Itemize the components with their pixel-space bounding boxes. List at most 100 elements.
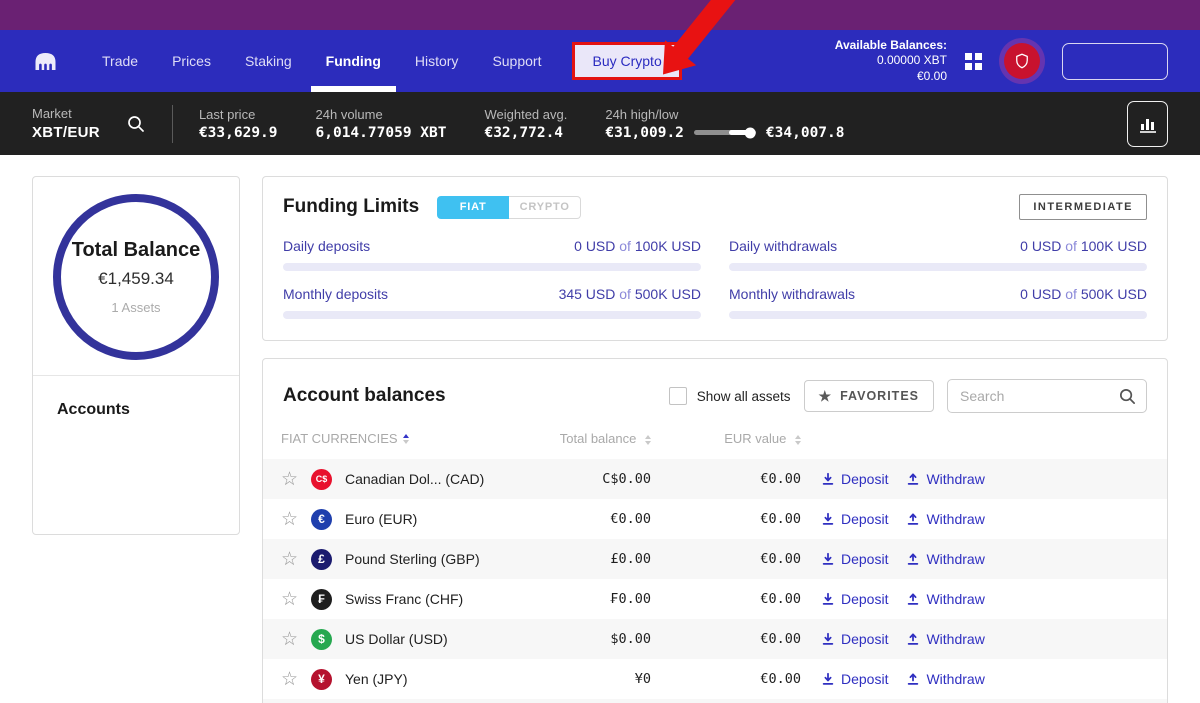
withdraw-link[interactable]: Withdraw <box>906 631 984 647</box>
deposit-icon <box>821 672 835 686</box>
currency-name: Swiss Franc (CHF) <box>345 591 541 607</box>
total-balance-value: C$0.00 <box>541 471 651 487</box>
withdraw-icon <box>906 672 920 686</box>
nav-item-support[interactable]: Support <box>475 30 558 92</box>
total-balance-value: ₣0.00 <box>541 591 651 607</box>
nav-item-history[interactable]: History <box>398 30 476 92</box>
deposit-icon <box>821 632 835 646</box>
favorite-star-icon[interactable]: ☆ <box>281 550 311 569</box>
account-balances-title: Account balances <box>283 385 446 407</box>
sort-icon <box>403 434 409 444</box>
limit-value: 0 USD of 500K USD <box>1020 286 1147 302</box>
limit-progress-bar <box>283 311 701 319</box>
total-balance-value: €0.00 <box>541 511 651 527</box>
nav-item-prices[interactable]: Prices <box>155 30 228 92</box>
favorite-star-icon[interactable]: ☆ <box>281 670 311 689</box>
market-bar: Market XBT/EUR Last price €33,629.9 24h … <box>0 92 1200 155</box>
stat-last-price: Last price €33,629.9 <box>199 107 278 141</box>
header-total-balance[interactable]: Total balance <box>541 431 651 446</box>
limit-monthly-withdrawals: Monthly withdrawals 0 USD of 500K USD <box>729 286 1147 319</box>
stat-24h-volume: 24h volume 6,014.77059 XBT <box>316 107 447 141</box>
stat-weighted-avg: Weighted avg. €32,772.4 <box>484 107 567 141</box>
currency-icon: C$ <box>311 469 332 490</box>
star-icon: ★ <box>819 388 833 405</box>
buy-crypto-button[interactable]: Buy Crypto <box>572 42 681 80</box>
stat-value: 6,014.77059 XBT <box>316 125 447 141</box>
stat-label: 24h volume <box>316 107 447 122</box>
eur-value: €0.00 <box>651 671 801 687</box>
account-menu-button[interactable] <box>1062 43 1168 80</box>
currency-name: Euro (EUR) <box>345 511 541 527</box>
withdraw-link[interactable]: Withdraw <box>906 511 984 527</box>
balance-circle: Total Balance €1,459.34 1 Assets <box>53 194 219 360</box>
total-balance-assets: 1 Assets <box>111 300 160 315</box>
table-row: ☆ £ Pound Sterling (GBP) £0.00 €0.00 Dep… <box>263 539 1167 579</box>
deposit-icon <box>821 592 835 606</box>
sort-icon <box>795 435 801 445</box>
currency-name: US Dollar (USD) <box>345 631 541 647</box>
apps-grid-icon[interactable] <box>965 53 982 70</box>
high-value: €34,007.8 <box>766 125 845 141</box>
table-row-partial <box>263 699 1167 703</box>
deposit-link[interactable]: Deposit <box>821 551 888 567</box>
withdraw-link[interactable]: Withdraw <box>906 551 984 567</box>
navbar-right: Available Balances: 0.00000 XBT €0.00 <box>835 38 1168 85</box>
total-balance-value: ¥0 <box>541 671 651 687</box>
limit-progress-bar <box>283 263 701 271</box>
withdraw-icon <box>906 632 920 646</box>
limit-value: 0 USD of 100K USD <box>1020 238 1147 254</box>
limits-grid: Daily deposits 0 USD of 100K USD Daily w… <box>283 238 1147 319</box>
deposit-link[interactable]: Deposit <box>821 631 888 647</box>
tab-crypto[interactable]: CRYPTO <box>509 196 581 219</box>
header-fiat-currencies[interactable]: FIAT CURRENCIES <box>281 431 541 446</box>
total-balance-value: $0.00 <box>541 631 651 647</box>
top-banner <box>0 0 1200 30</box>
deposit-link[interactable]: Deposit <box>821 671 888 687</box>
nav-item-trade[interactable]: Trade <box>85 30 155 92</box>
account-balances-card: Account balances Show all assets ★ FAVOR… <box>262 358 1168 703</box>
favorite-star-icon[interactable]: ☆ <box>281 470 311 489</box>
market-pair-value: XBT/EUR <box>32 124 100 141</box>
funding-limits-card: Funding Limits FIAT CRYPTO INTERMEDIATE … <box>262 176 1168 341</box>
eur-value: €0.00 <box>651 511 801 527</box>
market-pair[interactable]: Market XBT/EUR <box>32 106 100 141</box>
kraken-logo[interactable] <box>32 49 59 73</box>
deposit-icon <box>821 552 835 566</box>
security-shield-icon[interactable] <box>1004 43 1040 79</box>
chart-toggle-button[interactable] <box>1127 101 1168 147</box>
withdraw-link[interactable]: Withdraw <box>906 671 984 687</box>
search-input[interactable] <box>947 379 1147 413</box>
currency-icon: € <box>311 509 332 530</box>
deposit-link[interactable]: Deposit <box>821 471 888 487</box>
withdraw-icon <box>906 592 920 606</box>
withdraw-link[interactable]: Withdraw <box>906 471 984 487</box>
tab-fiat[interactable]: FIAT <box>437 196 509 219</box>
withdraw-link[interactable]: Withdraw <box>906 591 984 607</box>
limit-progress-bar <box>729 263 1147 271</box>
market-search-icon[interactable] <box>126 114 146 134</box>
deposit-icon <box>821 472 835 486</box>
available-balances: Available Balances: 0.00000 XBT €0.00 <box>835 38 947 85</box>
nav-items: TradePricesStakingFundingHistorySupport <box>85 30 558 92</box>
table-header: FIAT CURRENCIES Total balance EUR value <box>263 431 1167 446</box>
table-row: ☆ C$ Canadian Dol... (CAD) C$0.00 €0.00 … <box>263 459 1167 499</box>
eur-value: €0.00 <box>651 631 801 647</box>
deposit-link[interactable]: Deposit <box>821 591 888 607</box>
favorite-star-icon[interactable]: ☆ <box>281 510 311 529</box>
header-eur-value[interactable]: EUR value <box>651 431 801 446</box>
show-all-assets-checkbox[interactable] <box>669 387 687 405</box>
deposit-link[interactable]: Deposit <box>821 511 888 527</box>
favorites-button[interactable]: ★ FAVORITES <box>804 380 934 412</box>
funding-limits-title: Funding Limits <box>283 196 419 218</box>
favorite-star-icon[interactable]: ☆ <box>281 630 311 649</box>
nav-item-funding[interactable]: Funding <box>309 30 398 92</box>
search-icon[interactable] <box>1118 387 1137 406</box>
eur-value: €0.00 <box>651 471 801 487</box>
available-balance-xbt: 0.00000 XBT <box>835 53 947 69</box>
market-label: Market <box>32 106 100 121</box>
total-balance-title: Total Balance <box>72 239 201 262</box>
stat-label: Last price <box>199 107 278 122</box>
currency-icon: ¥ <box>311 669 332 690</box>
favorite-star-icon[interactable]: ☆ <box>281 590 311 609</box>
nav-item-staking[interactable]: Staking <box>228 30 309 92</box>
